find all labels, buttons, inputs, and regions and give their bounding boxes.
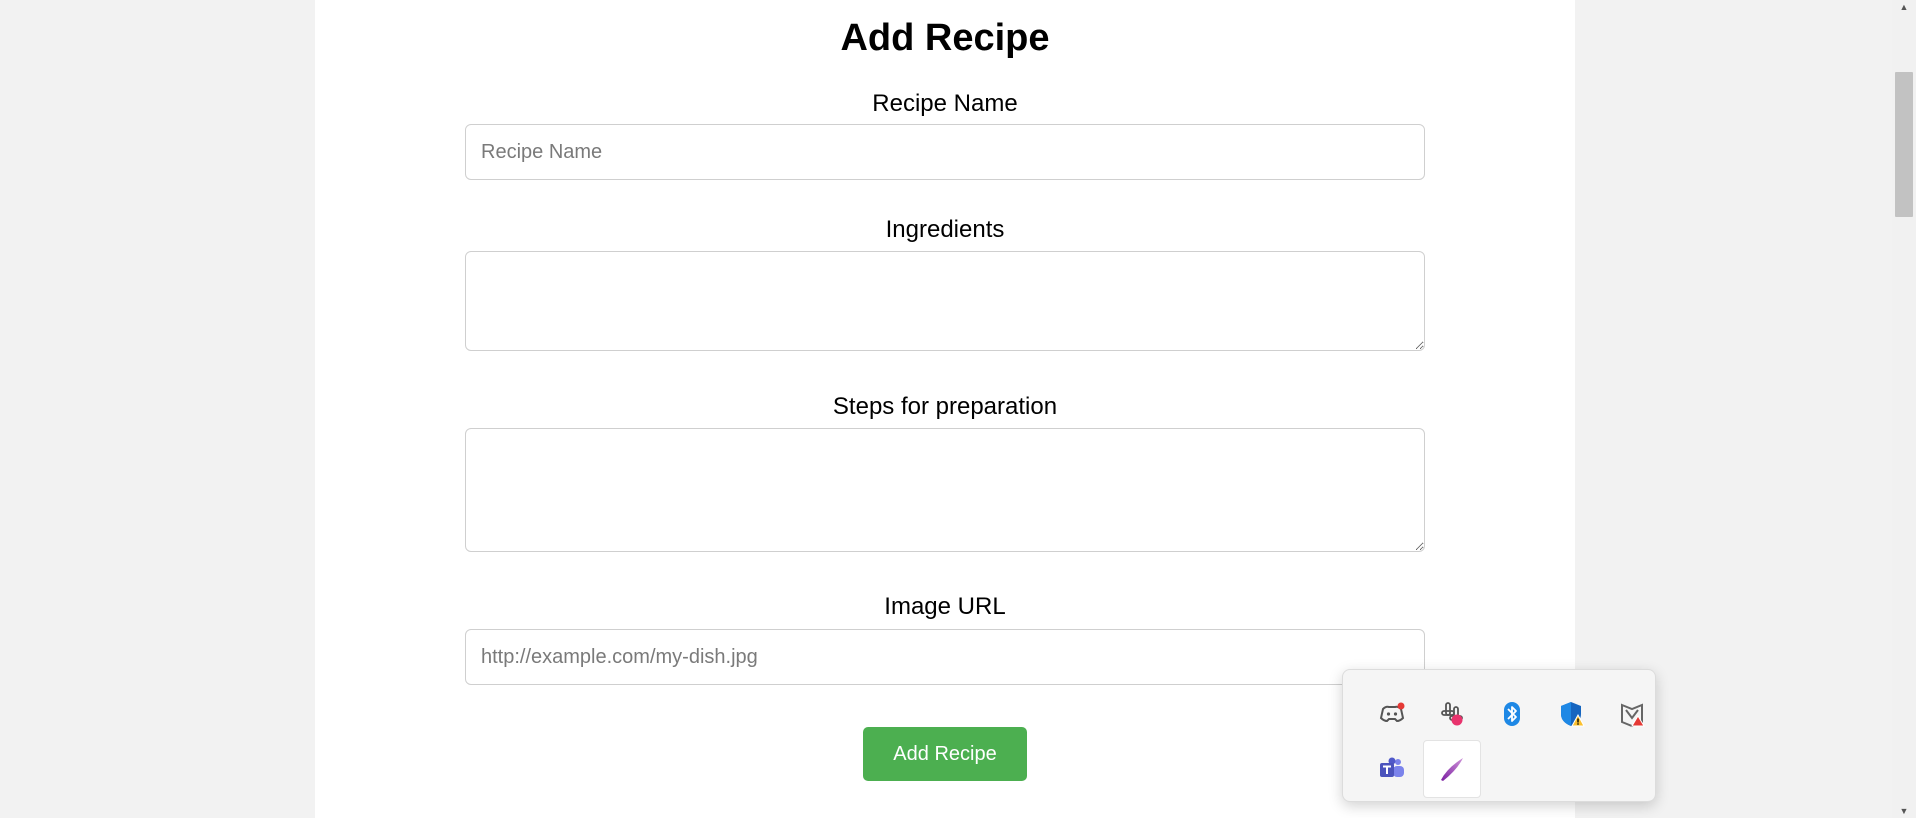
pen-icon[interactable] (1423, 740, 1481, 798)
image-url-input[interactable] (465, 629, 1425, 685)
steps-textarea[interactable] (465, 428, 1425, 552)
page: Add Recipe Recipe Name Ingredients Steps… (0, 0, 1916, 818)
steps-label: Steps for preparation (832, 393, 1058, 420)
image-url-label: Image URL (884, 593, 1006, 620)
page-title: Add Recipe (840, 17, 1050, 59)
scroll-down-arrow-icon[interactable]: ▼ (1892, 804, 1916, 818)
recipe-name-label: Recipe Name (872, 90, 1018, 117)
discord-icon[interactable] (1363, 685, 1421, 743)
slack-icon[interactable] (1423, 685, 1481, 743)
ingredients-textarea[interactable] (465, 251, 1425, 351)
teams-icon[interactable] (1363, 740, 1421, 798)
vertical-scrollbar[interactable]: ▲ ▼ (1892, 0, 1916, 818)
windows-security-icon[interactable] (1543, 685, 1601, 743)
system-tray-overflow-popup (1342, 669, 1656, 802)
ingredients-label: Ingredients (885, 216, 1005, 243)
recipe-name-input[interactable] (465, 124, 1425, 180)
mcafee-icon[interactable] (1603, 685, 1661, 743)
bluetooth-icon[interactable] (1483, 685, 1541, 743)
add-recipe-button[interactable]: Add Recipe (863, 727, 1027, 781)
scroll-thumb[interactable] (1895, 72, 1913, 217)
scroll-up-arrow-icon[interactable]: ▲ (1892, 0, 1916, 14)
